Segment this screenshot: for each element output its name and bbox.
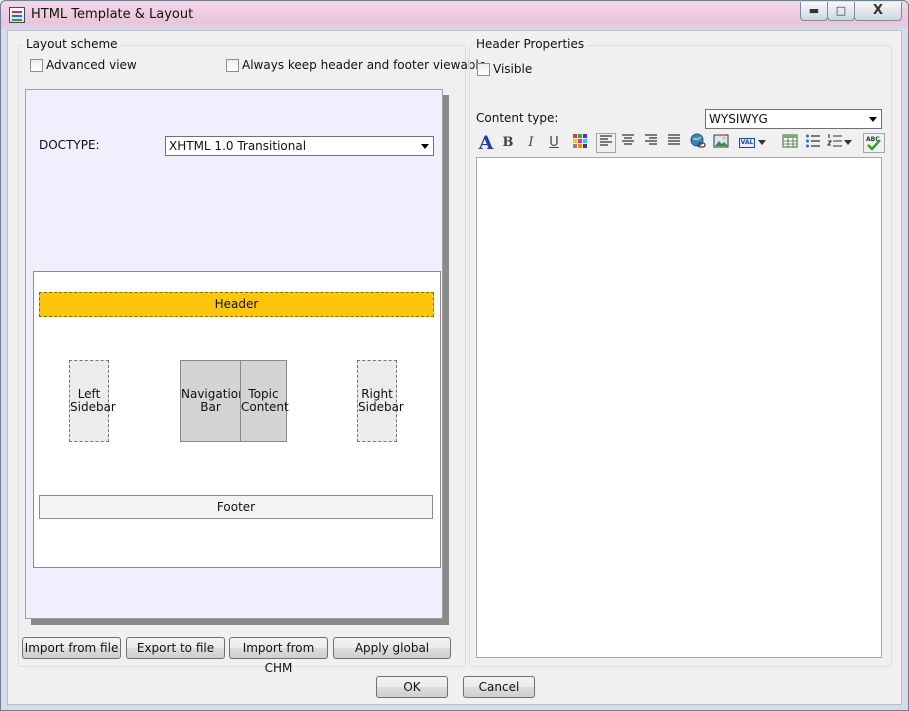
scheme-shadow: [31, 619, 449, 625]
navigation-bar-line1: Navigation: [181, 387, 246, 401]
header-block[interactable]: Header: [39, 292, 434, 317]
footer-block[interactable]: Footer: [39, 495, 433, 519]
right-sidebar-line2: Sidebar: [358, 400, 404, 414]
doctype-label: DOCTYPE:: [39, 138, 100, 152]
font-icon[interactable]: A: [476, 133, 496, 153]
dialog-client-area: Layout scheme Advanced view Always keep …: [7, 30, 902, 705]
align-justify-icon[interactable]: [664, 133, 684, 153]
header-content-editor[interactable]: [476, 157, 882, 658]
apply-global-button[interactable]: Apply global: [333, 637, 451, 659]
topic-content-line1: Topic: [248, 387, 279, 401]
dialog-window: HTML Template & Layout ▬ □ X Layout sche…: [0, 0, 909, 711]
layout-scheme-title: Layout scheme: [23, 37, 121, 51]
insert-link-icon[interactable]: [688, 133, 708, 153]
export-to-file-button[interactable]: Export to file: [126, 637, 225, 659]
underline-icon[interactable]: U: [544, 133, 564, 153]
import-from-file-button[interactable]: Import from file: [22, 637, 121, 659]
import-from-chm-button[interactable]: Import from CHM: [229, 637, 328, 675]
bold-icon[interactable]: B: [498, 133, 518, 153]
chevron-down-icon[interactable]: [843, 133, 853, 153]
doctype-value: XHTML 1.0 Transitional: [169, 139, 307, 153]
bulleted-list-icon[interactable]: [803, 133, 823, 153]
align-center-icon[interactable]: [618, 133, 638, 153]
italic-icon[interactable]: I: [521, 133, 541, 153]
visible-checkbox[interactable]: [477, 63, 490, 76]
advanced-view-label[interactable]: Advanced view: [46, 58, 137, 72]
topic-content-line2: Content: [241, 400, 289, 414]
chevron-down-icon: [421, 144, 429, 149]
doctype-select[interactable]: XHTML 1.0 Transitional: [165, 136, 434, 156]
chevron-down-icon[interactable]: [757, 133, 767, 153]
title-bar[interactable]: HTML Template & Layout ▬ □ X: [1, 1, 908, 29]
content-type-select[interactable]: WYSIWYG: [705, 109, 882, 129]
close-button[interactable]: X: [854, 2, 902, 21]
numbered-list-icon[interactable]: [825, 133, 845, 153]
content-type-label: Content type:: [476, 111, 559, 125]
topic-content-block[interactable]: Topic Content: [240, 360, 289, 442]
minimize-button[interactable]: ▬: [800, 2, 828, 21]
navigation-bar-block[interactable]: Navigation Bar: [180, 360, 246, 442]
content-type-value: WYSIWYG: [709, 112, 768, 126]
window-title: HTML Template & Layout: [31, 7, 194, 22]
left-sidebar-line1: Left: [77, 387, 101, 401]
app-icon: [9, 7, 25, 23]
editor-toolbar: A B I U VAL ABC: [475, 131, 885, 155]
keep-header-footer-checkbox[interactable]: [226, 59, 239, 72]
advanced-view-checkbox[interactable]: [30, 59, 43, 72]
scheme-shadow: [443, 95, 449, 625]
layout-preview: Header Left Sidebar Navigation Bar Topic…: [33, 271, 441, 568]
visible-label[interactable]: Visible: [493, 62, 532, 76]
keep-header-footer-label[interactable]: Always keep header and footer viewable: [242, 58, 486, 72]
maximize-button[interactable]: □: [827, 2, 855, 21]
align-left-icon[interactable]: [596, 133, 616, 153]
right-sidebar-line1: Right: [361, 387, 393, 401]
right-sidebar-block[interactable]: Right Sidebar: [357, 360, 404, 442]
insert-image-icon[interactable]: [711, 133, 731, 153]
header-properties-title: Header Properties: [473, 37, 588, 51]
left-sidebar-line2: Sidebar: [70, 400, 116, 414]
navigation-bar-line2: Bar: [200, 400, 221, 414]
insert-variable-icon[interactable]: VAL: [736, 133, 758, 153]
chevron-down-icon: [869, 117, 877, 122]
variable-label: VAL: [738, 138, 756, 148]
ok-button[interactable]: OK: [376, 676, 448, 698]
insert-table-icon[interactable]: [780, 133, 800, 153]
color-grid-icon[interactable]: [570, 133, 590, 153]
spell-check-icon[interactable]: ABC: [863, 133, 885, 153]
cancel-button[interactable]: Cancel: [463, 676, 535, 698]
align-right-icon[interactable]: [641, 133, 661, 153]
left-sidebar-block[interactable]: Left Sidebar: [69, 360, 116, 442]
